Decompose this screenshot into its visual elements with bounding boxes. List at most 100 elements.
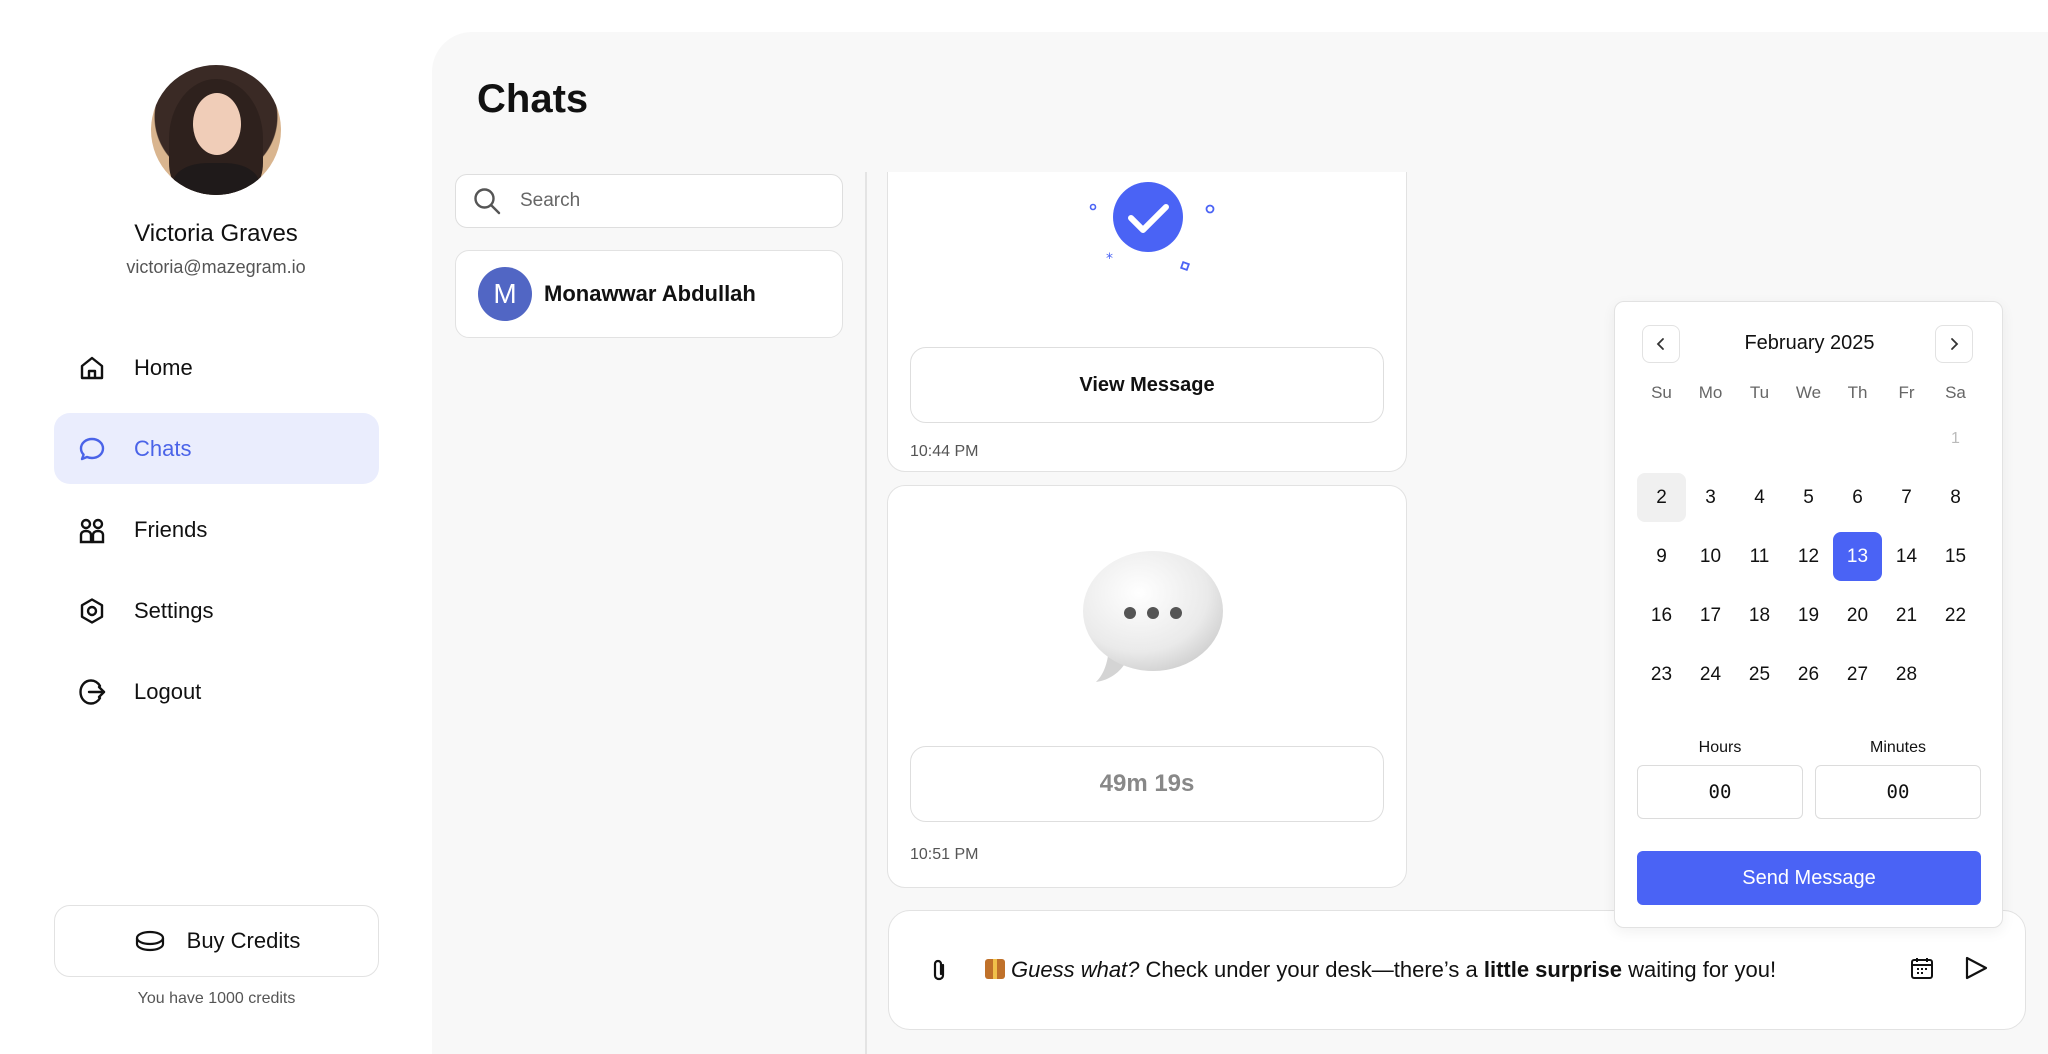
calendar-day[interactable]: 2 [1637,473,1686,522]
search-icon [472,186,502,216]
sidebar: Victoria Graves victoria@mazegram.io Hom… [0,0,432,1054]
calendar-day[interactable]: 25 [1735,650,1784,699]
gift-icon [985,959,1005,979]
composer-text[interactable]: Guess what? Check under your desk—there’… [985,957,1776,983]
nav-label-home: Home [134,354,193,380]
nav-item-home[interactable]: Home [54,332,379,403]
calendar-week: 1 [1637,414,1980,463]
nav-label-friends: Friends [134,516,208,542]
message-time: 10:44 PM [910,443,979,460]
calendar-day[interactable]: 28 [1882,650,1931,699]
message-time: 10:51 PM [910,846,979,863]
weekday-label: Sa [1945,383,1966,402]
credits-balance: You have 1000 credits [137,990,296,1007]
calendar-day[interactable]: 8 [1931,473,1980,522]
coin-icon [133,924,167,958]
nav-item-chats[interactable]: Chats [54,413,379,484]
avatar[interactable] [151,65,281,195]
calendar-icon[interactable] [1909,955,1939,985]
avatar-body [173,163,259,195]
calendar-day[interactable]: 26 [1784,650,1833,699]
calendar-week: 9 10 11 12 13 14 15 [1637,532,1980,581]
calendar-day[interactable]: 20 [1833,591,1882,640]
weekday-label: Su [1651,383,1672,402]
calendar-week: 23 24 25 26 27 28 [1637,650,1980,699]
svg-text:*: * [1106,251,1113,267]
calendar-day[interactable]: 9 [1637,532,1686,581]
avatar-face [193,93,241,155]
search-input[interactable] [520,190,820,212]
check-circle-icon: * [1078,172,1218,273]
nav-item-settings[interactable]: Settings [54,575,379,646]
calendar-day[interactable]: 18 [1735,591,1784,640]
calendar-day[interactable]: 13 [1833,532,1882,581]
weekday-label: Tu [1749,383,1770,402]
buy-credits-button[interactable]: Buy Credits [54,905,379,977]
calendar-day[interactable]: 14 [1882,532,1931,581]
calendar-day[interactable]: 23 [1637,650,1686,699]
send-message-button[interactable]: Send Message [1637,851,1981,905]
contact-name: Monawwar Abdullah [544,281,756,306]
calendar-day[interactable]: 16 [1637,591,1686,640]
settings-icon [76,595,108,627]
message-card: 49m 19s 10:51 PM [887,485,1407,888]
contact-avatar: M [478,267,532,321]
composer-italic: Guess what? [1011,957,1140,982]
calendar-day[interactable]: 1 [1931,414,1980,463]
countdown-timer: 49m 19s [910,746,1384,822]
search-box[interactable] [455,174,843,228]
minutes-input[interactable]: 00 [1815,765,1981,819]
nav-label-settings: Settings [134,597,214,623]
calendar-day[interactable]: 11 [1735,532,1784,581]
calendar-day[interactable]: 19 [1784,591,1833,640]
calendar-day[interactable]: 12 [1784,532,1833,581]
nav-item-logout[interactable]: Logout [54,656,379,727]
composer-text-part: Check under your desk—there’s a [1139,957,1484,982]
main-nav: Home Chats Friends Settings Logout [54,355,379,737]
weekday-label: We [1795,383,1822,402]
calendar-day[interactable]: 15 [1931,532,1980,581]
calendar-week: 16 17 18 19 20 21 22 [1637,591,1980,640]
minutes-label: Minutes [1869,739,1927,756]
view-message-button[interactable]: View Message [910,347,1384,423]
calendar-day[interactable]: 17 [1686,591,1735,640]
nav-label-logout: Logout [134,678,202,704]
calendar-day[interactable]: 22 [1931,591,1980,640]
logout-icon [76,676,108,708]
hours-input[interactable]: 00 [1637,765,1803,819]
hours-label: Hours [1698,739,1742,756]
nav-item-friends[interactable]: Friends [54,494,379,565]
weekday-label: Mo [1698,383,1723,402]
calendar-day[interactable]: 24 [1686,650,1735,699]
calendar-day[interactable]: 5 [1784,473,1833,522]
attach-icon[interactable] [925,955,955,985]
calendar-week: 2345678 [1637,473,1980,522]
contact-item[interactable]: M Monawwar Abdullah [455,250,843,338]
calendar-day[interactable]: 7 [1882,473,1931,522]
speech-bubble-icon [1078,546,1228,686]
weekday-label: Fr [1898,383,1915,402]
schedule-date-picker: February 2025 Su Mo Tu We Th Fr Sa 12345… [1614,301,2003,928]
calendar-day[interactable]: 3 [1686,473,1735,522]
nav-label-chats: Chats [134,435,192,461]
calendar-day[interactable]: 4 [1735,473,1784,522]
calendar-day[interactable]: 27 [1833,650,1882,699]
next-month-button[interactable] [1935,325,1973,363]
calendar-weeks: 1 2 3 4 5 6 7 8 9 10 11 12 13 14 15 16 17 18 19 20 21 22 23 24 2… [1637,414,1980,699]
send-icon[interactable] [1963,955,1993,985]
composer-text-part: waiting for you! [1622,957,1777,982]
weekday-label: Th [1847,383,1868,402]
composer-bold: little surprise [1483,957,1622,982]
calendar-day[interactable]: 21 [1882,591,1931,640]
calendar-day[interactable]: 10 [1686,532,1735,581]
friends-icon [76,514,108,546]
buy-credits-label: Buy Credits [186,928,301,953]
message-card: * View Message 10:44 PM [887,172,1407,472]
calendar-day[interactable]: 6 [1833,473,1882,522]
page-title: Chats [477,77,589,121]
message-composer[interactable]: Guess what? Check under your desk—there’… [888,910,2026,1030]
chat-bubble-icon [76,433,108,465]
weekday-header: Su Mo Tu We Th Fr Sa [1637,378,1980,408]
user-name: Victoria Graves [134,220,298,247]
user-email: victoria@mazegram.io [126,257,306,277]
